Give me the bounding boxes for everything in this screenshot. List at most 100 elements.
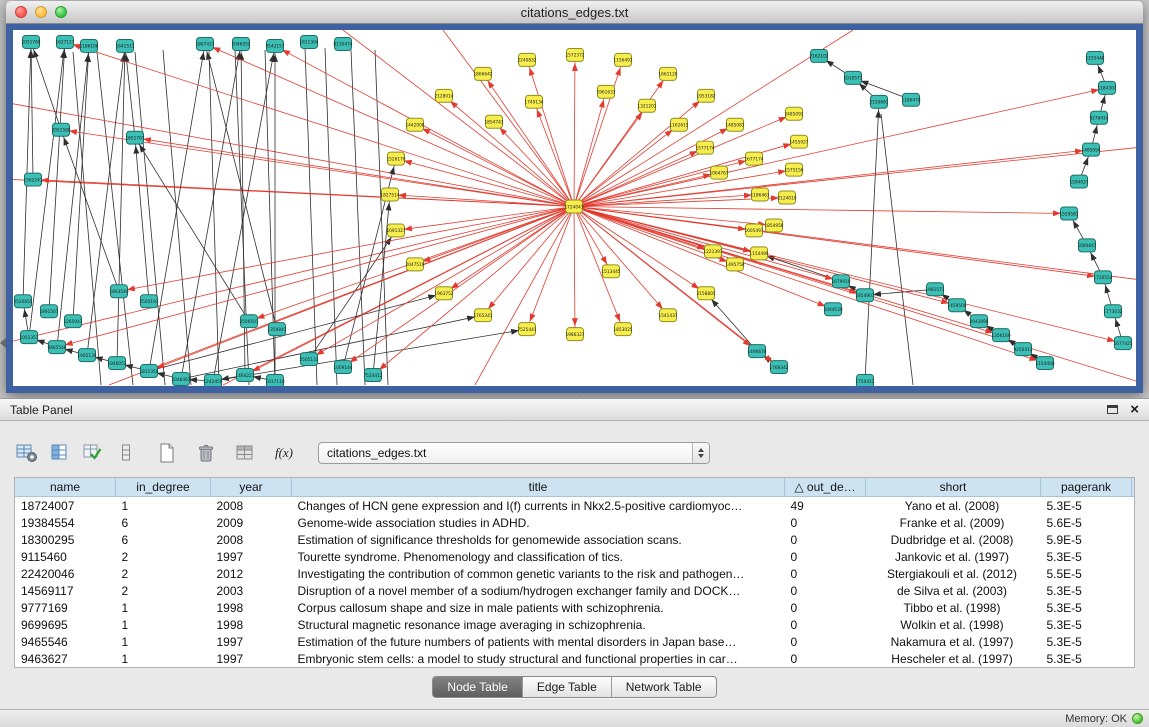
graph-node[interactable]: 9278414 — [1089, 111, 1108, 124]
float-panel-icon[interactable] — [1107, 405, 1118, 414]
graph-node[interactable]: 1765341 — [473, 309, 492, 322]
graph-node[interactable]: 9465546 — [47, 341, 66, 354]
table-row[interactable]: 946554611997Estimation of the future num… — [15, 633, 1134, 650]
graph-node[interactable]: 7524412 — [363, 369, 382, 382]
column-header-name[interactable]: name — [15, 478, 116, 497]
graph-node[interactable]: 1559581 — [1059, 207, 1078, 220]
graph-node[interactable]: 1184307 — [1097, 81, 1116, 94]
graph-node[interactable]: 1961633 — [596, 85, 615, 98]
graph-node[interactable]: 1773032 — [1103, 305, 1122, 318]
column-header-pagerank[interactable]: pagerank — [1041, 478, 1132, 497]
graph-node[interactable]: 1321201 — [637, 99, 656, 112]
graph-node[interactable]: 2150661 — [869, 95, 888, 108]
graph-node[interactable]: 1154408 — [1035, 357, 1054, 370]
graph-node[interactable]: 1186108 — [79, 39, 98, 52]
graph-node[interactable]: 2240832 — [517, 53, 536, 66]
graph-node[interactable]: 1577174 — [695, 141, 714, 154]
graph-node[interactable]: 2051588 — [51, 123, 70, 136]
graph-node[interactable]: 1575156 — [784, 163, 803, 176]
graph-node[interactable]: 1866642 — [473, 67, 492, 80]
graph-node[interactable]: 2043998 — [969, 315, 988, 328]
graph-node[interactable]: 1651707 — [125, 131, 144, 144]
graph-node[interactable]: 1242450 — [203, 375, 222, 386]
graph-node[interactable]: 2505193 — [139, 295, 158, 308]
graph-node[interactable]: 2051768 — [21, 35, 40, 48]
table-row[interactable]: 969969511998Structural magnetic resonanc… — [15, 616, 1134, 633]
graph-node[interactable]: 7525441 — [517, 323, 536, 336]
graph-node[interactable]: 1981571 — [925, 283, 944, 296]
table-row[interactable]: 946362711997Embryonic stem cells: a mode… — [15, 650, 1134, 667]
graph-node[interactable]: 2505133 — [299, 353, 318, 366]
graph-node[interactable]: 1867423 — [195, 37, 214, 50]
graph-node[interactable]: 2124019 — [777, 191, 796, 204]
table-selector-dropdown[interactable]: citations_edges.txt — [318, 442, 710, 464]
graph-node[interactable]: 1891507 — [39, 305, 58, 318]
graph-node[interactable]: 1827514 — [380, 188, 399, 201]
graph-node[interactable]: 1094530 — [823, 303, 842, 316]
graph-node[interactable]: 2162102 — [809, 49, 828, 62]
graph-node[interactable]: 1513445 — [601, 265, 620, 278]
graph-node[interactable]: 1526170 — [386, 152, 405, 165]
graph-node[interactable]: 1853025 — [613, 323, 632, 336]
graph-node[interactable]: 2047519 — [405, 258, 424, 271]
delete-table-button[interactable] — [193, 441, 219, 465]
graph-node[interactable]: 1854907 — [855, 289, 874, 302]
column-header-short[interactable]: short — [866, 478, 1041, 497]
graph-node[interactable]: 1724043 — [564, 200, 583, 213]
graph-node[interactable]: 1679919 — [831, 275, 850, 288]
table-row[interactable]: 911546021997Tourette syndrome. Phenomeno… — [15, 548, 1134, 565]
zoom-window-button[interactable] — [55, 6, 67, 18]
edit-table-button[interactable] — [80, 441, 106, 465]
graph-node[interactable]: 1611304 — [299, 35, 318, 48]
graph-node[interactable]: 1815350 — [139, 365, 158, 378]
graph-node[interactable]: 1541437 — [658, 309, 677, 322]
graph-node[interactable]: 1893546 — [109, 285, 128, 298]
graph-node[interactable]: 1010573 — [843, 71, 862, 84]
graph-node[interactable]: 1485083 — [725, 118, 744, 131]
graph-node[interactable]: 2046052 — [231, 37, 250, 50]
collapse-panel-arrow-icon[interactable] — [0, 338, 6, 348]
graph-node[interactable]: 2128014 — [434, 89, 453, 102]
graph-node[interactable]: 1661120 — [658, 67, 677, 80]
graph-node[interactable]: 1641511 — [115, 39, 134, 52]
network-window-titlebar[interactable]: citations_edges.txt — [6, 1, 1143, 24]
graph-node[interactable]: 9250412 — [1013, 343, 1032, 356]
graph-node[interactable]: 1562241 — [23, 173, 42, 186]
graph-node[interactable]: 2158805 — [696, 287, 715, 300]
graph-node[interactable]: 2046461 — [171, 373, 190, 386]
table-settings-button[interactable] — [14, 441, 40, 465]
table-row[interactable]: 1938455462009Genome-wide association stu… — [15, 514, 1134, 531]
graph-node[interactable]: 2520655 — [13, 295, 32, 308]
column-header-title[interactable]: title — [292, 478, 785, 497]
table-row[interactable]: 1456911722003Disruption of a novel membe… — [15, 582, 1134, 599]
graph-node[interactable]: 1627117 — [55, 35, 74, 48]
column-header-in-degree[interactable]: in_degree — [116, 478, 211, 497]
graph-node[interactable]: 1946053 — [107, 357, 126, 370]
network-canvas[interactable]: 1724043118646316054971495758215880515414… — [13, 30, 1136, 386]
graph-node[interactable]: 1265041 — [63, 315, 82, 328]
graph-node[interactable]: 1485094 — [1081, 143, 1100, 156]
graph-node[interactable]: 1455927 — [789, 135, 808, 148]
graph-node[interactable]: 1442008 — [405, 118, 424, 131]
graph-node[interactable]: 1572372 — [565, 48, 584, 61]
graph-node[interactable]: 1154499 — [749, 247, 768, 260]
graph-node[interactable]: 1009144 — [333, 361, 352, 374]
minimize-window-button[interactable] — [35, 6, 47, 18]
graph-node[interactable]: 1677174 — [744, 152, 763, 165]
graph-node[interactable]: 1459500 — [947, 299, 966, 312]
graph-node[interactable]: 1605497 — [744, 224, 763, 237]
graph-node[interactable]: 1854743 — [484, 115, 503, 128]
graph-node[interactable]: 1750412 — [855, 375, 874, 386]
graph-node[interactable]: 1162615 — [669, 118, 688, 131]
graph-node[interactable]: 1986327 — [565, 328, 584, 341]
tab-network-table[interactable]: Network Table — [611, 677, 716, 697]
graph-node[interactable]: 1495758 — [725, 258, 744, 271]
table-row[interactable]: 1872400712008Changes of HCN gene express… — [15, 497, 1134, 515]
graph-node[interactable]: 1221397 — [703, 245, 722, 258]
graph-node[interactable]: 1017110 — [265, 375, 284, 386]
close-window-button[interactable] — [15, 6, 27, 18]
graph-node[interactable]: 1720554 — [1093, 271, 1112, 284]
new-table-button[interactable] — [154, 441, 180, 465]
tab-node-table[interactable]: Node Table — [433, 677, 522, 697]
import-table-button[interactable] — [232, 441, 258, 465]
